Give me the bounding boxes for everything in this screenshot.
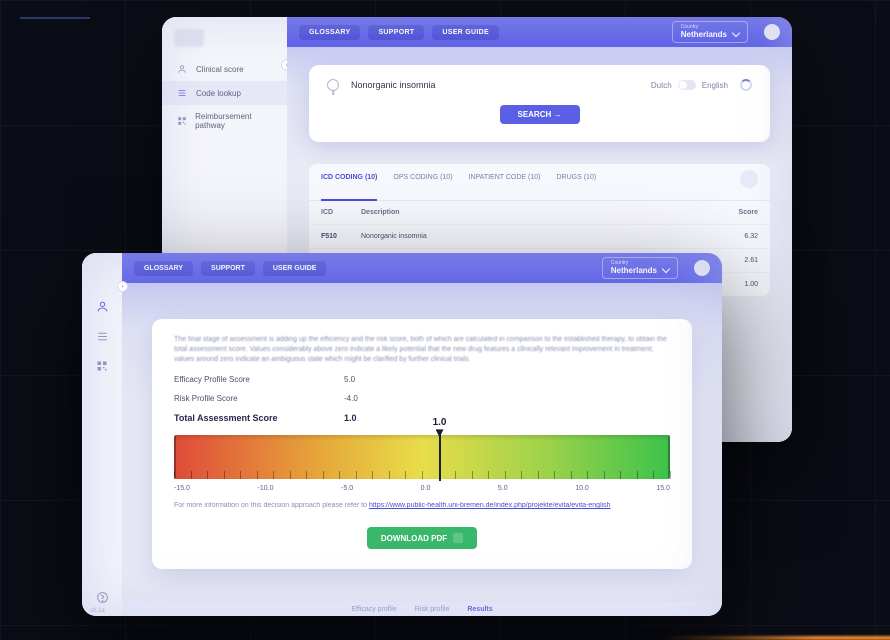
sidebar-item-code-lookup[interactable]: Code lookup [162, 81, 287, 105]
sidebar-help-icon[interactable] [95, 590, 109, 604]
sidebar-item-clinical-score[interactable]: Clinical score [162, 57, 287, 81]
reference-link-row: For more information on this decision ap… [174, 502, 670, 509]
footer-tab-results[interactable]: Results [467, 606, 492, 613]
tab-ops[interactable]: OPS CODING (10) [393, 174, 452, 192]
sidebar-person-icon[interactable] [95, 299, 109, 313]
person-icon [176, 64, 188, 74]
list-icon [176, 88, 188, 98]
tab-icd[interactable]: ICD CODING (10) [321, 174, 377, 201]
country-selector[interactable]: Country Netherlands [672, 21, 748, 43]
country-selector[interactable]: Country Netherlands [602, 257, 678, 279]
country-label: Country [611, 261, 669, 266]
nav-user-guide[interactable]: USER GUIDE [263, 261, 327, 276]
risk-value: -4.0 [344, 394, 358, 403]
nav-support[interactable]: SUPPORT [201, 261, 255, 276]
sidebar-item-label: Reimbursement pathway [195, 112, 277, 130]
gauge-tick-label: 15.0 [656, 485, 670, 492]
assessment-card: The final stage of assessment is adding … [152, 319, 692, 569]
efficacy-label: Efficacy Profile Score [174, 375, 344, 384]
total-score-row: Total Assessment Score 1.0 [174, 413, 670, 423]
sidebar-list-icon[interactable] [95, 329, 109, 343]
gauge-tick-label: 0.0 [421, 485, 431, 492]
gauge-tick-label: 10.0 [575, 485, 589, 492]
sidebar-qrcode-icon[interactable] [95, 359, 109, 373]
toggle-icon[interactable] [678, 80, 696, 90]
qrcode-icon [176, 116, 187, 126]
risk-label: Risk Profile Score [174, 394, 344, 403]
gauge-tick-label: -5.0 [341, 485, 353, 492]
sidebar-item-label: Clinical score [196, 65, 244, 74]
sidebar-item-label: Code lookup [196, 89, 241, 98]
country-value: Netherlands [611, 267, 657, 275]
cell-score: 2.61 [718, 257, 758, 264]
risk-score-row: Risk Profile Score -4.0 [174, 394, 670, 403]
nav-user-guide[interactable]: USER GUIDE [432, 25, 499, 40]
gauge-tick-label: 5.0 [498, 485, 508, 492]
gauge-tick-label: -10.0 [258, 485, 274, 492]
main-content: The final stage of assessment is adding … [122, 283, 722, 602]
settings-gear-icon[interactable] [740, 170, 758, 188]
sidebar-collapsed [82, 253, 122, 616]
total-value: 1.0 [344, 413, 357, 423]
country-label: Country [681, 25, 739, 30]
nav-glossary[interactable]: GLOSSARY [299, 25, 360, 40]
top-nav: GLOSSARY SUPPORT USER GUIDE Country Neth… [122, 253, 722, 283]
assessment-description: The final stage of assessment is adding … [174, 335, 670, 365]
gauge-tick-label: -15.0 [174, 485, 190, 492]
sidebar-item-reimbursement[interactable]: Reimbursement pathway [162, 105, 287, 137]
th-code: ICD [321, 209, 361, 216]
language-toggle[interactable]: Dutch English [651, 80, 728, 90]
lang-right: English [702, 81, 728, 90]
nav-glossary[interactable]: GLOSSARY [134, 261, 193, 276]
footer-tab-risk[interactable]: Risk profile [415, 606, 450, 613]
footer-tabs: Efficacy profile Risk profile Results [122, 602, 722, 616]
search-button[interactable]: SEARCH → [500, 105, 580, 124]
efficacy-score-row: Efficacy Profile Score 5.0 [174, 375, 670, 384]
score-gauge: 1.0 -15.0-10.0-5.00.05.010.015.0 [174, 435, 670, 492]
total-label: Total Assessment Score [174, 413, 344, 423]
download-label: DOWNLOAD PDF [381, 534, 447, 543]
country-value: Netherlands [681, 31, 727, 39]
voice-search-icon[interactable] [327, 79, 339, 91]
nav-support[interactable]: SUPPORT [368, 25, 424, 40]
cell-code: F510 [321, 233, 361, 240]
gauge-ticks: -15.0 -10.0 -5.0 0.0 5.0 10.0 15.0 [174, 485, 670, 492]
footer-tab-efficacy[interactable]: Efficacy profile [351, 606, 396, 613]
chevron-down-icon [733, 30, 739, 39]
table-row[interactable]: F510 Nonorganic insomnia 6.32 [309, 224, 770, 248]
reference-link[interactable]: https://www.public-health.uni-bremen.de/… [369, 502, 611, 509]
lang-left: Dutch [651, 81, 672, 90]
tab-inpatient[interactable]: INPATIENT CODE (10) [469, 174, 541, 192]
link-prefix: For more information on this decision ap… [174, 502, 369, 509]
window-assessment: v0.1a › GLOSSARY SUPPORT USER GUIDE Coun… [82, 253, 722, 616]
sidebar-expand-button[interactable]: › [117, 281, 128, 292]
chevron-down-icon [663, 266, 669, 275]
pdf-icon [453, 533, 463, 543]
search-input[interactable]: Nonorganic insomnia [351, 80, 639, 90]
app-logo [174, 29, 204, 47]
version-label: v0.1a [90, 608, 105, 614]
top-nav: GLOSSARY SUPPORT USER GUIDE Country Neth… [287, 17, 792, 47]
cell-score: 6.32 [718, 233, 758, 240]
results-tabs: ICD CODING (10) OPS CODING (10) INPATIEN… [309, 164, 770, 201]
user-avatar[interactable] [694, 260, 710, 276]
cell-score: 1.00 [718, 281, 758, 288]
efficacy-value: 5.0 [344, 375, 355, 384]
table-header: ICD Description Score [309, 201, 770, 224]
th-score: Score [718, 209, 758, 216]
tab-drugs[interactable]: DRUGS (10) [557, 174, 597, 192]
user-avatar[interactable] [764, 24, 780, 40]
download-pdf-button[interactable]: DOWNLOAD PDF [367, 527, 477, 549]
search-card: Nonorganic insomnia Dutch English SEARCH… [309, 65, 770, 142]
loading-spinner-icon [740, 79, 752, 91]
th-desc: Description [361, 209, 718, 216]
cell-desc: Nonorganic insomnia [361, 233, 718, 240]
